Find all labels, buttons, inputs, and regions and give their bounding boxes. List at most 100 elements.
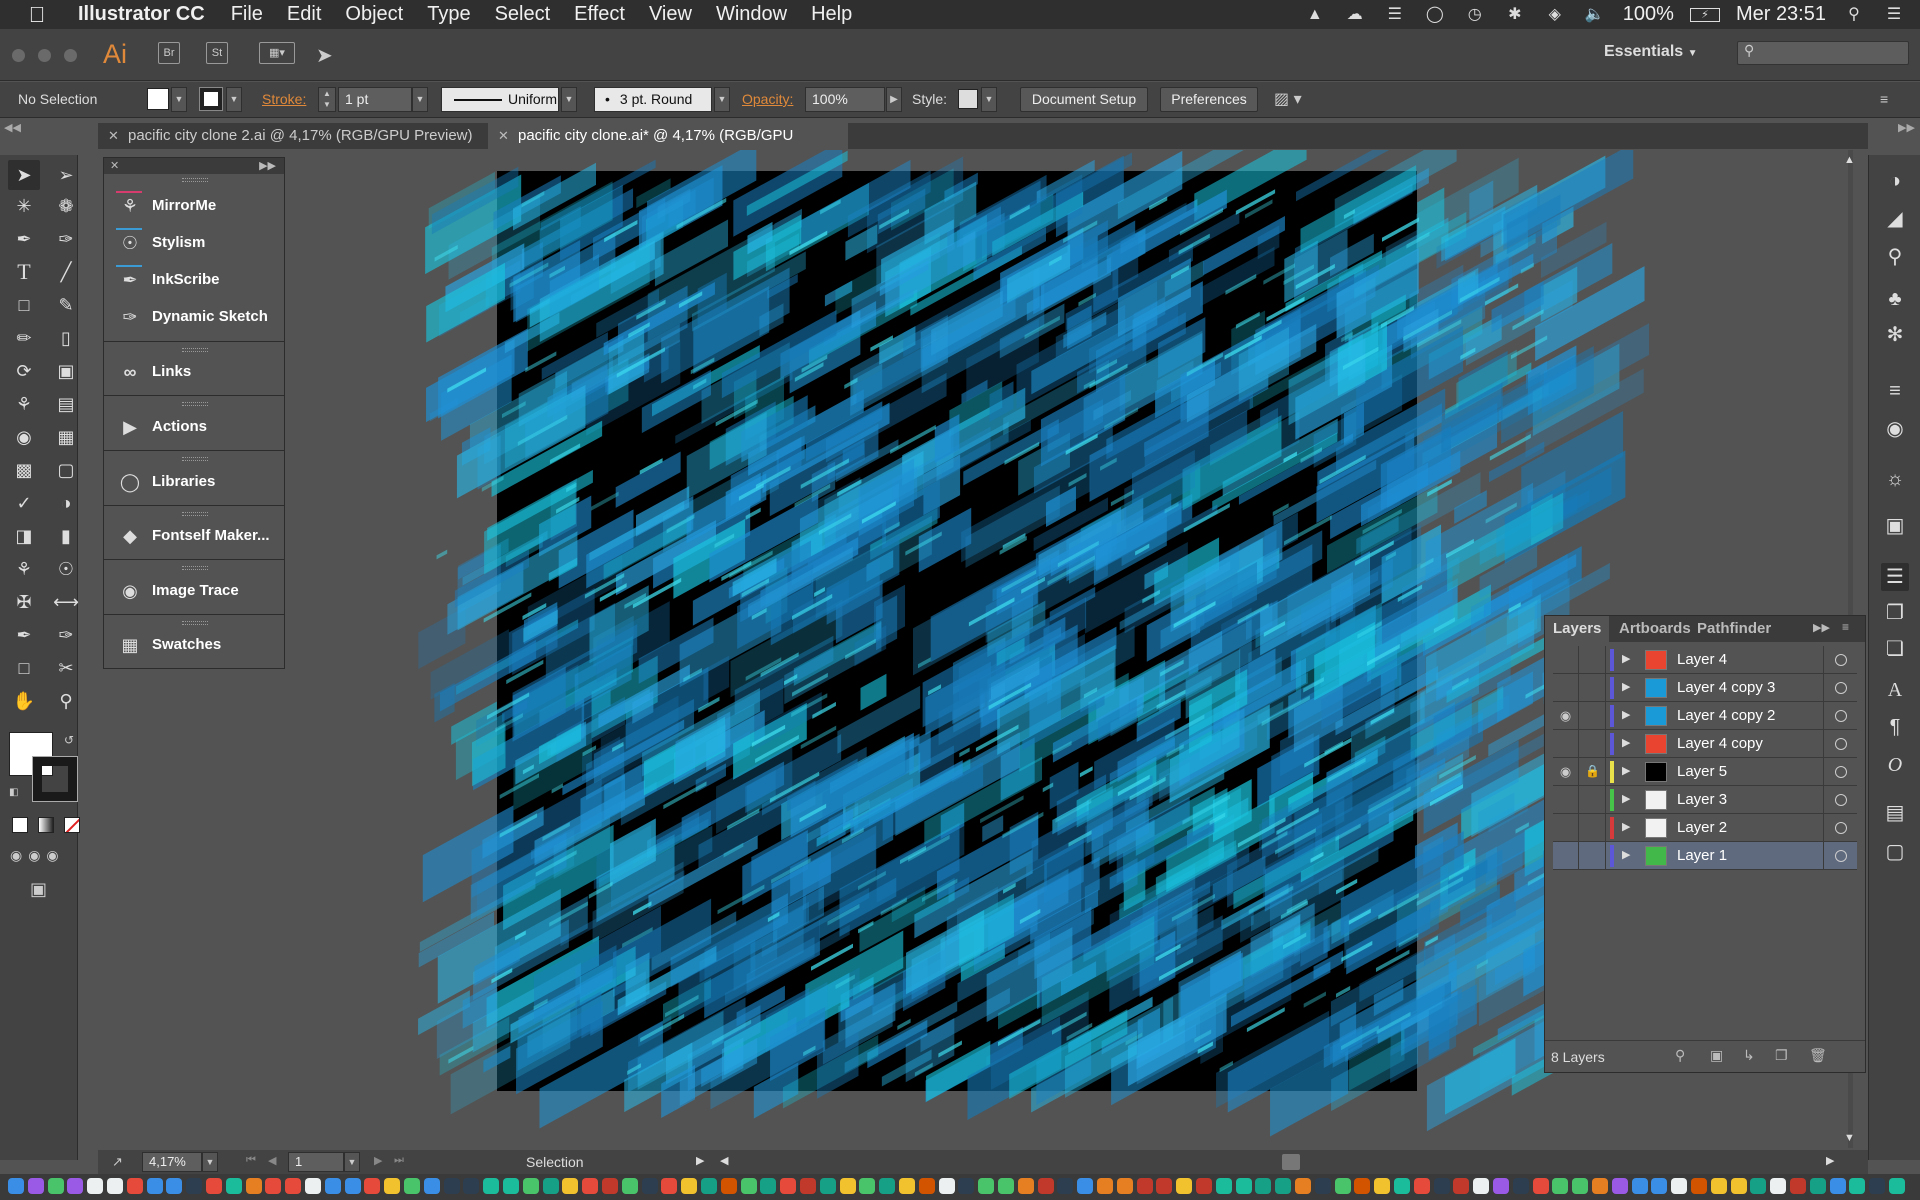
tab-layers[interactable]: Layers bbox=[1545, 616, 1610, 642]
plugin-mirrorme[interactable]: ⚘ MirrorMe bbox=[104, 188, 284, 224]
dock-app-icon[interactable] bbox=[27, 1178, 44, 1194]
direct-selection-tool-icon[interactable]: ➢ bbox=[50, 160, 82, 190]
tab-pathfinder[interactable]: Pathfinder bbox=[1689, 616, 1779, 642]
new-sublayer-icon[interactable]: ↳ bbox=[1743, 1047, 1755, 1064]
dock-app-icon[interactable] bbox=[126, 1178, 143, 1194]
opacity-field[interactable]: 100% bbox=[805, 87, 885, 112]
lock-toggle[interactable] bbox=[1580, 814, 1606, 841]
dock-app-icon[interactable] bbox=[1592, 1178, 1608, 1194]
tab-pacific-city-clone[interactable]: ✕ pacific city clone.ai* @ 4,17% (RGB/GP… bbox=[488, 123, 848, 170]
brush-definition[interactable]: • 3 pt. Round bbox=[594, 87, 712, 112]
dock-app-icon[interactable] bbox=[701, 1178, 717, 1194]
dock-app-icon[interactable] bbox=[1770, 1178, 1787, 1194]
zoom-field[interactable]: 4,17% bbox=[142, 1152, 202, 1172]
dock-app-icon[interactable] bbox=[1750, 1178, 1767, 1194]
paintbrush-tool-icon[interactable]: ✎ bbox=[50, 290, 82, 320]
curvature-tool-icon[interactable]: ✑ bbox=[50, 224, 82, 254]
visibility-toggle[interactable] bbox=[1553, 646, 1579, 673]
stylism-tool-icon[interactable]: ☉ bbox=[50, 554, 82, 584]
minimize-window-button[interactable] bbox=[38, 49, 51, 62]
dock-app-icon[interactable] bbox=[641, 1178, 658, 1194]
control-panel-menu-icon[interactable]: ≡ bbox=[1880, 87, 1888, 112]
dock-app-icon[interactable] bbox=[1077, 1178, 1094, 1194]
dock-app-icon[interactable] bbox=[1354, 1178, 1371, 1194]
lock-toggle[interactable] bbox=[1580, 730, 1606, 757]
gradient-tool-icon[interactable]: ▢ bbox=[50, 455, 82, 485]
color-panel-icon[interactable]: ◑ bbox=[1881, 167, 1909, 195]
pathfinder-icon[interactable]: ❏ bbox=[1881, 635, 1909, 663]
target-icon[interactable] bbox=[1835, 654, 1847, 666]
visibility-toggle[interactable] bbox=[1553, 730, 1579, 757]
align-icon[interactable]: ▤ bbox=[1881, 799, 1909, 827]
menu-effect[interactable]: Effect bbox=[562, 0, 637, 29]
collapse-tools-icon[interactable]: ◀◀ bbox=[4, 121, 21, 134]
symbol-sprayer-tool-icon[interactable]: ◨ bbox=[8, 521, 40, 551]
layer-name[interactable]: Layer 2 bbox=[1677, 814, 1727, 841]
stroke-panel-icon[interactable]: ≡ bbox=[1881, 377, 1909, 405]
volume-icon[interactable]: 🔈 bbox=[1583, 6, 1607, 24]
artboard-dropdown-icon[interactable]: ▼ bbox=[344, 1152, 360, 1172]
expand-layer-icon[interactable]: ▶ bbox=[1622, 674, 1630, 701]
gradient-panel-icon[interactable]: ◉ bbox=[1881, 415, 1909, 443]
dock-app-icon[interactable] bbox=[1710, 1178, 1727, 1194]
locate-object-icon[interactable]: ⚲ bbox=[1675, 1047, 1685, 1064]
first-artboard-icon[interactable]: ⏮ bbox=[246, 1154, 256, 1167]
menu-type[interactable]: Type bbox=[415, 0, 482, 29]
menu-help[interactable]: Help bbox=[799, 0, 864, 29]
slice-tool-icon[interactable]: ✂ bbox=[50, 653, 82, 683]
layer-row[interactable]: ▶ Layer 2 bbox=[1553, 814, 1857, 842]
tab-artboards[interactable]: Artboards bbox=[1611, 616, 1699, 642]
plugin-inkscribe[interactable]: ✒ InkScribe bbox=[104, 262, 284, 298]
stroke-weight-dropdown-icon[interactable]: ▼ bbox=[412, 87, 428, 112]
inkscribe-tool-icon[interactable]: ✒ bbox=[8, 620, 40, 650]
layer-name[interactable]: Layer 4 copy bbox=[1677, 730, 1763, 757]
character-icon[interactable]: A bbox=[1881, 676, 1909, 704]
opacity-label[interactable]: Opacity: bbox=[742, 87, 793, 112]
layer-row[interactable]: ◉ 🔒 ▶ Layer 5 bbox=[1553, 758, 1857, 786]
dock-app-icon[interactable] bbox=[1374, 1178, 1391, 1194]
previous-artboard-icon[interactable]: ◀ bbox=[268, 1154, 276, 1167]
dock-app-icon[interactable] bbox=[1493, 1178, 1509, 1194]
panel-grip[interactable] bbox=[182, 512, 208, 516]
fill-swatch[interactable] bbox=[147, 88, 169, 110]
eraser-tool-icon[interactable]: ▯ bbox=[50, 323, 82, 353]
gpu-performance-icon[interactable]: ➤ bbox=[316, 43, 333, 68]
dock-app-icon[interactable] bbox=[404, 1178, 420, 1194]
dock-app-icon[interactable] bbox=[918, 1178, 935, 1194]
dock-app-icon[interactable] bbox=[1235, 1178, 1252, 1194]
dock-app-icon[interactable] bbox=[760, 1178, 777, 1194]
dock-app-icon[interactable] bbox=[1314, 1178, 1331, 1194]
dock-app-icon[interactable] bbox=[1631, 1178, 1648, 1194]
wifi-icon[interactable]: ◈ bbox=[1543, 6, 1567, 24]
puppet-warp-tool-icon[interactable]: ✠ bbox=[8, 587, 40, 617]
time-machine-icon[interactable]: ◷ bbox=[1463, 6, 1487, 24]
dock-app-icon[interactable] bbox=[186, 1178, 203, 1194]
panel-grip[interactable] bbox=[182, 348, 208, 352]
layer-name[interactable]: Layer 1 bbox=[1677, 842, 1727, 869]
dock-app-icon[interactable] bbox=[1413, 1178, 1430, 1194]
dock-app-icon[interactable] bbox=[720, 1178, 737, 1194]
dock-app-icon[interactable] bbox=[1295, 1178, 1311, 1194]
dock-app-icon[interactable] bbox=[344, 1178, 361, 1194]
dock-app-icon[interactable] bbox=[740, 1178, 757, 1194]
stroke-swatch[interactable] bbox=[199, 87, 223, 111]
magic-wand-tool-icon[interactable]: ✳ bbox=[8, 191, 40, 221]
fill-dropdown-icon[interactable]: ▼ bbox=[171, 87, 187, 112]
dock-app-icon[interactable] bbox=[1809, 1178, 1826, 1194]
menu-edit[interactable]: Edit bbox=[275, 0, 333, 29]
stroke-color-swatch[interactable] bbox=[32, 756, 78, 802]
pen-tool-icon[interactable]: ✒ bbox=[8, 224, 40, 254]
appearance-icon[interactable]: ☼ bbox=[1881, 465, 1909, 493]
battery-icon[interactable]: ⚡ bbox=[1689, 7, 1720, 22]
dock-app-icon[interactable] bbox=[503, 1178, 519, 1194]
panel-fontself-maker[interactable]: ◆ Fontself Maker... bbox=[104, 518, 284, 554]
mirrorme-tool-icon[interactable]: ⚘ bbox=[8, 554, 40, 584]
lock-toggle[interactable] bbox=[1580, 702, 1606, 729]
close-panel-icon[interactable]: ✕ bbox=[110, 160, 119, 172]
rectangle-tool-icon[interactable]: □ bbox=[8, 290, 40, 320]
opentype-icon[interactable]: O bbox=[1881, 751, 1909, 779]
style-dropdown-icon[interactable]: ▼ bbox=[981, 87, 997, 112]
dock-app-icon[interactable] bbox=[1334, 1178, 1351, 1194]
dock-app-icon[interactable] bbox=[1156, 1178, 1173, 1194]
column-graph-tool-icon[interactable]: ▮ bbox=[50, 521, 82, 551]
